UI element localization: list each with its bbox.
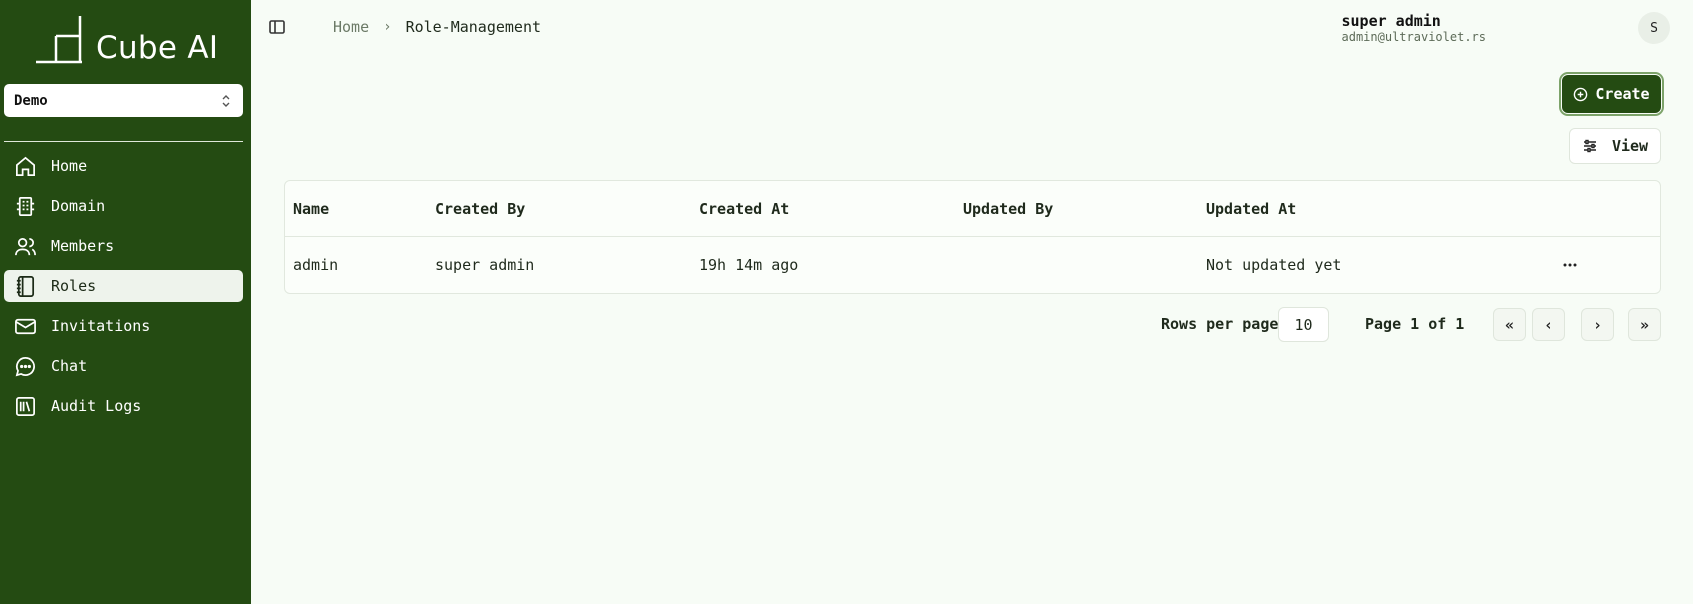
- roles-icon: [13, 274, 37, 298]
- sidebar-item-invitations[interactable]: Invitations: [4, 310, 243, 342]
- home-icon: [13, 154, 37, 178]
- breadcrumb-current: Role-Management: [405, 18, 542, 36]
- row-actions-button[interactable]: [1560, 255, 1580, 275]
- sidebar-item-label: Home: [51, 157, 88, 175]
- sidebar-item-label: Chat: [51, 357, 88, 375]
- domain-icon: [13, 194, 37, 218]
- breadcrumb: Home › Role-Management: [333, 18, 541, 36]
- members-icon: [13, 234, 37, 258]
- page-indicator: Page 1 of 1: [1365, 315, 1465, 333]
- cell-name: admin: [293, 256, 339, 274]
- user-name: super admin: [1341, 12, 1441, 30]
- more-horizontal-icon: [1563, 263, 1577, 267]
- view-button[interactable]: View: [1569, 128, 1661, 164]
- view-button-label: View: [1611, 137, 1649, 155]
- avatar[interactable]: S: [1638, 12, 1670, 44]
- cell-created-at: 19h 14m ago: [699, 256, 799, 274]
- roles-table: Name Created By Created At Updated By Up…: [284, 180, 1661, 294]
- library-icon: [13, 394, 37, 418]
- user-info[interactable]: super admin admin@ultraviolet.rs: [1341, 12, 1487, 45]
- column-header-created-by[interactable]: Created By: [435, 200, 525, 218]
- last-page-button[interactable]: »: [1628, 308, 1661, 341]
- sidebar: Cube AI Demo Home Domain Members Roles I…: [0, 0, 251, 604]
- panel-left-icon: [269, 20, 285, 34]
- rows-per-page-label: Rows per page: [1161, 315, 1279, 333]
- chat-icon: [13, 354, 37, 378]
- table-header: Name Created By Created At Updated By Up…: [285, 181, 1660, 237]
- chevron-up-down-icon: [221, 94, 231, 108]
- chevron-right-icon: ›: [383, 19, 392, 35]
- mail-icon: [13, 314, 37, 338]
- sidebar-item-domain[interactable]: Domain: [4, 190, 243, 222]
- chevron-right-icon: ›: [1592, 315, 1603, 334]
- column-header-updated-at[interactable]: Updated At: [1206, 200, 1296, 218]
- table-row[interactable]: admin super admin 19h 14m ago Not update…: [285, 237, 1660, 293]
- sidebar-nav: Home Domain Members Roles Invitations Ch…: [4, 150, 243, 430]
- sidebar-item-label: Domain: [51, 197, 106, 215]
- sidebar-item-chat[interactable]: Chat: [4, 350, 243, 382]
- sidebar-item-label: Roles: [51, 277, 97, 295]
- column-header-name[interactable]: Name: [293, 200, 329, 218]
- sidebar-toggle-button[interactable]: [268, 18, 288, 38]
- logo-text: Cube AI: [96, 30, 219, 66]
- create-button-label: Create: [1595, 85, 1650, 103]
- first-page-button[interactable]: «: [1493, 308, 1526, 341]
- column-header-created-at[interactable]: Created At: [699, 200, 789, 218]
- sidebar-item-audit-logs[interactable]: Audit Logs: [4, 390, 243, 422]
- sidebar-divider: [4, 141, 243, 142]
- cell-updated-at: Not updated yet: [1206, 256, 1342, 274]
- chevron-left-icon: ‹: [1543, 315, 1554, 334]
- plus-circle-icon: [1574, 87, 1588, 101]
- workspace-select-value: Demo: [14, 92, 48, 109]
- create-button[interactable]: Create: [1559, 72, 1664, 116]
- chevrons-left-icon: «: [1504, 315, 1515, 334]
- sidebar-item-label: Audit Logs: [51, 397, 142, 415]
- sidebar-item-home[interactable]: Home: [4, 150, 243, 182]
- logo[interactable]: Cube AI: [34, 14, 224, 66]
- next-page-button[interactable]: ›: [1581, 308, 1614, 341]
- rows-per-page-select[interactable]: 10: [1278, 307, 1329, 342]
- breadcrumb-home-link[interactable]: Home: [333, 18, 369, 36]
- workspace-select[interactable]: Demo: [4, 84, 243, 117]
- sliders-icon: [1583, 139, 1596, 153]
- user-email: admin@ultraviolet.rs: [1341, 30, 1487, 44]
- cell-created-by: super admin: [435, 256, 535, 274]
- cube-logo-icon: [36, 16, 82, 64]
- sidebar-item-label: Members: [51, 237, 115, 255]
- sidebar-item-members[interactable]: Members: [4, 230, 243, 262]
- chevrons-right-icon: »: [1639, 315, 1650, 334]
- previous-page-button[interactable]: ‹: [1532, 308, 1565, 341]
- sidebar-item-label: Invitations: [51, 317, 151, 335]
- column-header-updated-by[interactable]: Updated By: [963, 200, 1053, 218]
- sidebar-item-roles[interactable]: Roles: [4, 270, 243, 302]
